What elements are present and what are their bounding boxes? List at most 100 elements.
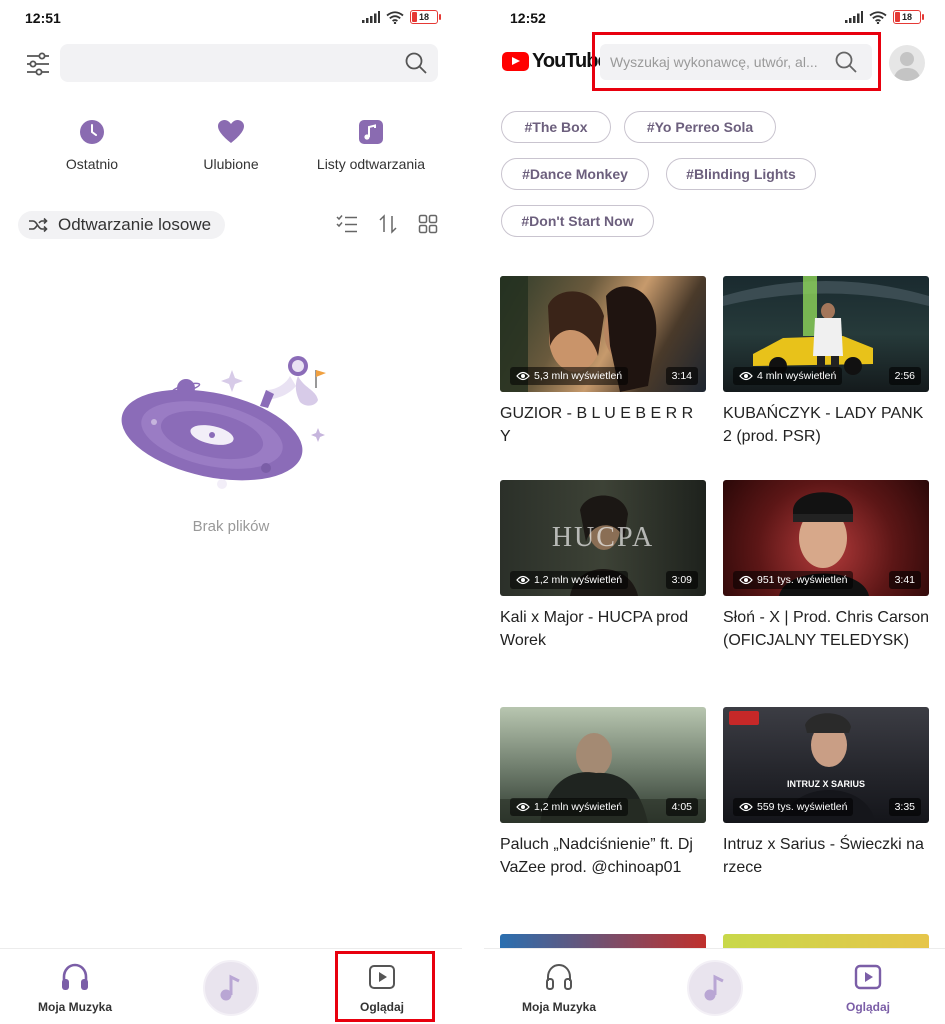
view-count: 1,2 mln wyświetleń bbox=[534, 801, 623, 813]
video-duration: 3:09 bbox=[665, 571, 698, 589]
video-card[interactable]: HUCPA 1,2 mln wyświetleń 3:09 Kali x Maj… bbox=[500, 480, 706, 652]
view-count-badge: 1,2 mln wyświetleń bbox=[510, 798, 629, 816]
multi-select-icon[interactable] bbox=[336, 214, 358, 234]
video-duration: 3:14 bbox=[665, 367, 698, 385]
favorites-label: Ulubione bbox=[203, 156, 259, 172]
nav-my-music[interactable]: Moja Muzyka bbox=[522, 963, 596, 1014]
battery-level: 18 bbox=[418, 12, 429, 22]
view-count-badge: 1,2 mln wyświetleń bbox=[510, 571, 629, 589]
video-title[interactable]: Słoń - X | Prod. Chris Carson (OFICJALNY… bbox=[723, 606, 929, 652]
status-bar: 12:52 18 bbox=[484, 0, 945, 36]
status-bar: 12:51 18 bbox=[0, 0, 462, 36]
status-icons: 18 bbox=[845, 10, 924, 24]
tag-chip[interactable]: #Yo Perreo Sola bbox=[624, 111, 776, 143]
view-count: 1,2 mln wyświetleń bbox=[534, 574, 623, 586]
view-count: 559 tys. wyświetleń bbox=[757, 801, 848, 813]
tag-chip[interactable]: #The Box bbox=[501, 111, 611, 143]
nav-watch-label: Oglądaj bbox=[846, 1000, 891, 1014]
tag-chip[interactable]: #Blinding Lights bbox=[666, 158, 816, 190]
video-title[interactable]: Kali x Major - HUCPA prod Worek bbox=[500, 606, 706, 652]
playlist-note-icon bbox=[359, 120, 383, 144]
video-card[interactable]: 5,3 mln wyświetleń 3:14 GUZIOR - B L U E… bbox=[500, 276, 706, 448]
video-duration: 3:41 bbox=[888, 571, 921, 589]
wifi-icon bbox=[386, 10, 404, 24]
eye-icon bbox=[739, 371, 753, 381]
video-thumbnail[interactable]: 1,2 mln wyświetleń 4:05 bbox=[500, 707, 706, 823]
eye-icon bbox=[516, 575, 530, 585]
view-count-badge: 4 mln wyświetleń bbox=[733, 367, 843, 385]
status-time: 12:51 bbox=[25, 10, 61, 26]
nav-my-music-label: Moja Muzyka bbox=[38, 1000, 113, 1014]
clock-icon bbox=[80, 120, 104, 144]
view-count-badge: 5,3 mln wyświetleń bbox=[510, 367, 629, 385]
heart-icon bbox=[218, 120, 244, 143]
eye-icon bbox=[516, 802, 530, 812]
search-icon[interactable] bbox=[404, 51, 428, 75]
video-card[interactable]: 4 mln wyświetleń 2:56 KUBAŃCZYK - LADY P… bbox=[723, 276, 929, 448]
headphones-icon bbox=[546, 963, 572, 990]
watch-tab-highlight bbox=[335, 951, 435, 1022]
video-thumbnail[interactable]: 5,3 mln wyświetleń 3:14 bbox=[500, 276, 706, 392]
signal-icon bbox=[362, 11, 380, 23]
nav-watch[interactable]: Oglądaj bbox=[846, 963, 890, 1014]
playlists-label: Listy odtwarzania bbox=[316, 156, 426, 172]
video-duration: 2:56 bbox=[888, 367, 921, 385]
empty-vinyl-astronaut-illustration bbox=[121, 356, 326, 489]
video-play-icon bbox=[854, 964, 882, 990]
playlists-button[interactable]: Listy odtwarzania bbox=[309, 118, 433, 172]
tag-chip[interactable]: #Don't Start Now bbox=[501, 205, 654, 237]
youtube-play-icon bbox=[502, 52, 529, 71]
video-title[interactable]: GUZIOR - B L U E B E R R Y bbox=[500, 402, 706, 448]
video-thumbnail[interactable]: HUCPA 1,2 mln wyświetleń 3:09 bbox=[500, 480, 706, 596]
video-thumbnail[interactable]: 951 tys. wyświetleń 3:41 bbox=[723, 480, 929, 596]
recent-button[interactable]: Ostatnio bbox=[62, 118, 122, 172]
headphones-icon bbox=[62, 963, 88, 990]
video-title[interactable]: Paluch „Nadciśnienie” ft. Dj VaZee prod.… bbox=[500, 833, 706, 879]
tag-chip[interactable]: #Dance Monkey bbox=[501, 158, 649, 190]
battery-icon: 18 bbox=[410, 10, 441, 24]
video-thumbnail[interactable]: INTRUZ X SARIUS 559 tys. wyświetleń 3:35 bbox=[723, 707, 929, 823]
bottom-navigation: Moja Muzyka Oglądaj bbox=[484, 948, 945, 1024]
battery-level: 18 bbox=[901, 12, 912, 22]
view-count: 951 tys. wyświetleń bbox=[757, 574, 848, 586]
grid-view-icon[interactable] bbox=[418, 214, 438, 234]
nav-my-music-label: Moja Muzyka bbox=[522, 1000, 597, 1014]
empty-state-text: Brak plików bbox=[192, 518, 270, 535]
thumbnail-overlay-text: INTRUZ X SARIUS bbox=[786, 779, 865, 789]
video-card[interactable]: 951 tys. wyświetleń 3:41 Słoń - X | Prod… bbox=[723, 480, 929, 652]
now-playing-button[interactable] bbox=[686, 960, 743, 1016]
video-title[interactable]: Intruz x Sarius - Świeczki na rzece bbox=[723, 833, 929, 879]
shuffle-label: Odtwarzanie losowe bbox=[58, 215, 212, 234]
sliders-icon bbox=[27, 52, 49, 76]
view-count-badge: 559 tys. wyświetleń bbox=[733, 798, 854, 816]
favorites-button[interactable]: Ulubione bbox=[196, 118, 266, 172]
user-icon bbox=[893, 52, 921, 81]
now-playing-button[interactable] bbox=[203, 960, 259, 1016]
quick-access-row: Ostatnio Ulubione Listy odtwarzania bbox=[0, 118, 462, 188]
nav-my-music[interactable]: Moja Muzyka bbox=[38, 963, 112, 1014]
music-note-icon bbox=[220, 974, 240, 1001]
view-count-badge: 951 tys. wyświetleń bbox=[733, 571, 854, 589]
account-avatar[interactable] bbox=[889, 45, 925, 81]
view-count: 4 mln wyświetleń bbox=[757, 370, 837, 382]
search-input[interactable] bbox=[60, 44, 438, 82]
video-duration: 4:05 bbox=[665, 798, 698, 816]
status-time: 12:52 bbox=[510, 10, 546, 26]
thumbnail-overlay-text: HUCPA bbox=[551, 522, 655, 553]
video-thumbnail[interactable]: 4 mln wyświetleń 2:56 bbox=[723, 276, 929, 392]
screenshot-separator bbox=[462, 0, 484, 1024]
video-title[interactable]: KUBAŃCZYK - LADY PANK 2 (prod. PSR) bbox=[723, 402, 929, 448]
youtube-screen: 12:52 18 YouTube #The Box #Yo Perreo Sol… bbox=[484, 0, 945, 1024]
eye-icon bbox=[739, 575, 753, 585]
video-card[interactable]: 1,2 mln wyświetleń 4:05 Paluch „Nadciśni… bbox=[500, 707, 706, 879]
video-card[interactable]: INTRUZ X SARIUS 559 tys. wyświetleń 3:35… bbox=[723, 707, 929, 879]
equalizer-settings-button[interactable] bbox=[22, 48, 54, 80]
music-screen: 12:51 18 Ostatnio Ulubione Listy odtwarz… bbox=[0, 0, 462, 1024]
video-duration: 3:35 bbox=[888, 798, 921, 816]
shuffle-play-button[interactable]: Odtwarzanie losowe bbox=[18, 211, 226, 239]
sort-icon[interactable] bbox=[378, 214, 398, 234]
battery-icon: 18 bbox=[893, 10, 924, 24]
list-tools bbox=[336, 214, 438, 234]
shuffle-icon bbox=[29, 217, 48, 233]
eye-icon bbox=[516, 371, 530, 381]
